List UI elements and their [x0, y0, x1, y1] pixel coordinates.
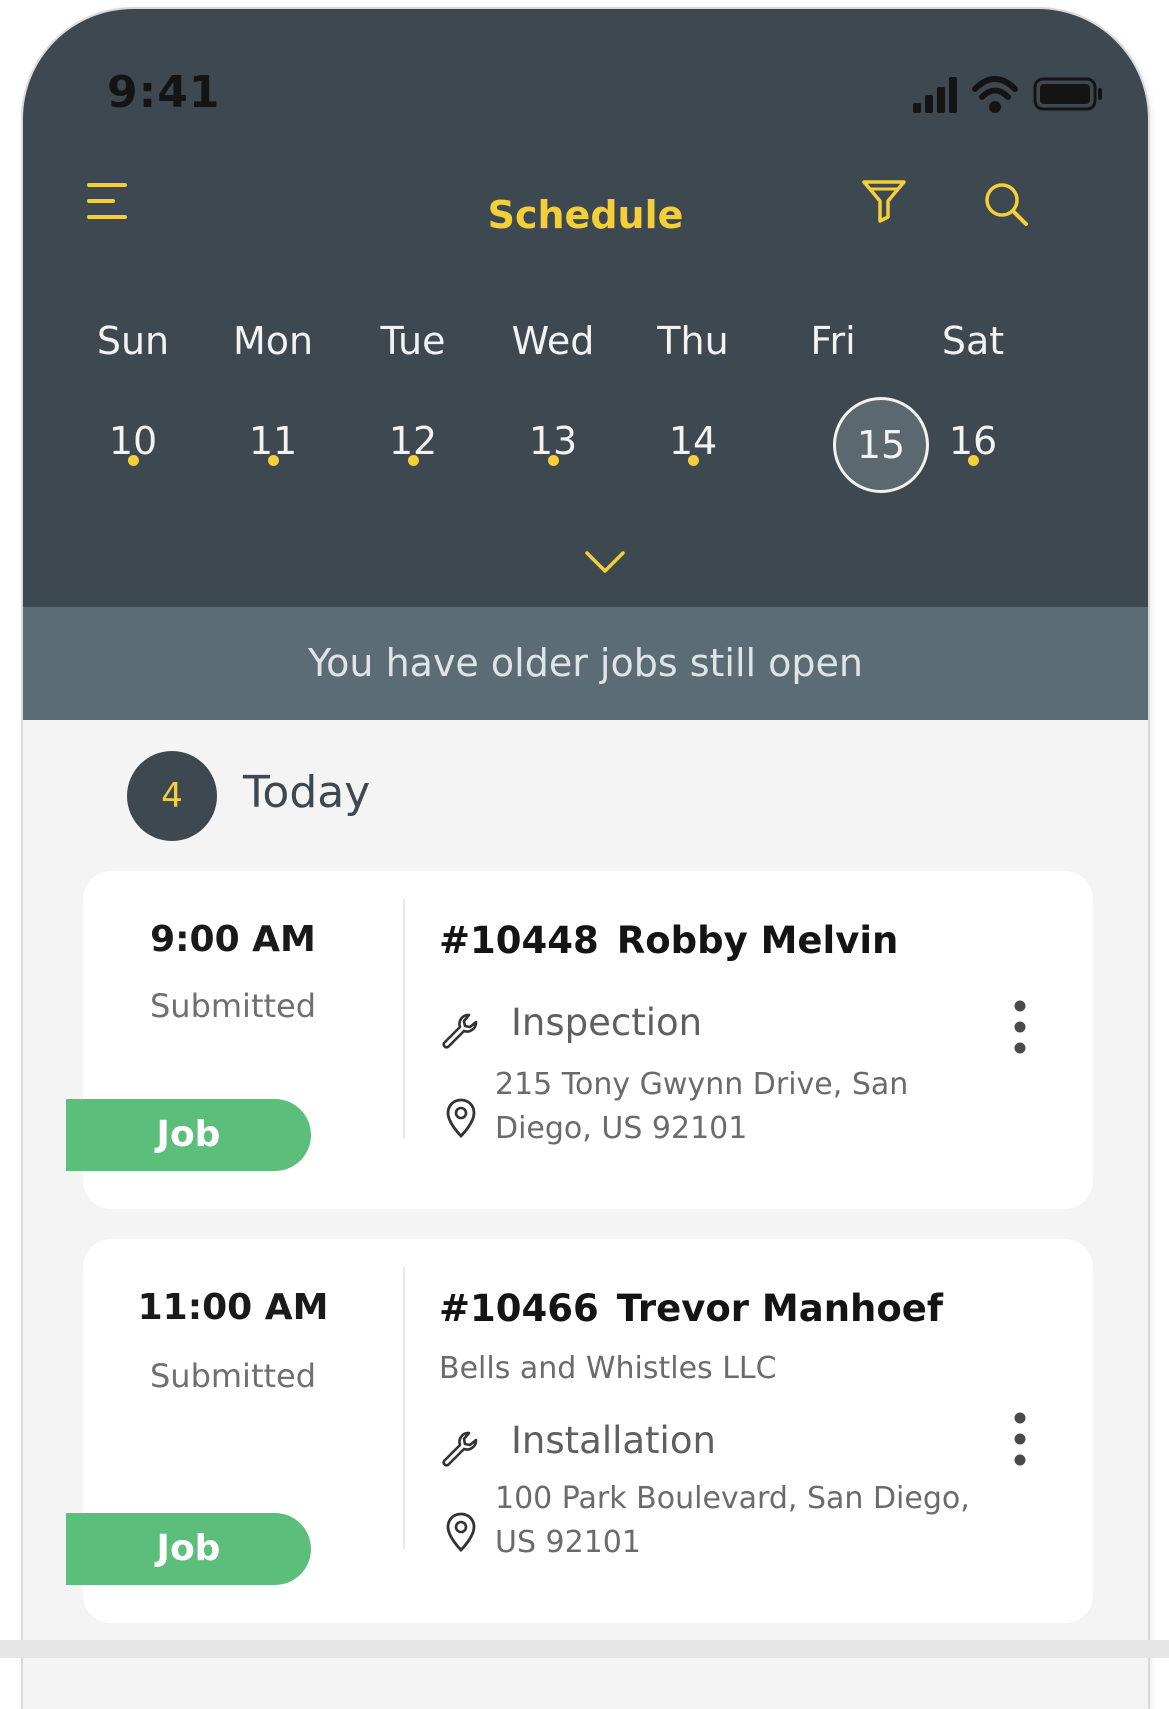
event-dot [408, 455, 419, 466]
section-title: Today [243, 767, 371, 818]
wifi-icon [972, 76, 1018, 113]
job-time: 11:00 AM [137, 1287, 329, 1328]
status-time: 9:41 [107, 67, 221, 118]
date-cell-selected[interactable]: 15 [833, 397, 929, 493]
chevron-down-icon[interactable] [583, 549, 627, 575]
address-line: Diego, US 92101 [495, 1111, 748, 1146]
job-card[interactable]: 11:00 AM Submitted Job #10466 Trevor Manh… [66, 1239, 1093, 1623]
event-dot [268, 455, 279, 466]
job-heading: #10448 Robby Melvin [439, 919, 898, 962]
header: 9:41 Schedule Sun Mon Tue Wed Thu Fri Sa… [23, 9, 1148, 607]
job-count-badge: 4 [127, 751, 217, 841]
weekday-label: Wed [511, 319, 595, 363]
service-type: Installation [511, 1419, 716, 1462]
event-dot [968, 455, 979, 466]
weekday-label: Fri [810, 319, 856, 363]
status-icons [913, 76, 1102, 113]
phone-frame: 9:41 Schedule Sun Mon Tue Wed Thu Fri Sa… [23, 9, 1148, 1709]
job-number: #10448 [439, 919, 599, 962]
job-type-badge: Job [66, 1513, 311, 1585]
older-jobs-banner[interactable]: You have older jobs still open [23, 607, 1148, 720]
weekday-label: Thu [657, 319, 729, 363]
bottom-edge [0, 1640, 1169, 1658]
job-heading: #10466 Trevor Manhoef [439, 1287, 943, 1330]
more-vertical-icon[interactable] [1013, 999, 1027, 1055]
battery-icon [1033, 77, 1102, 111]
page-title: Schedule [487, 193, 684, 237]
job-number: #10466 [439, 1287, 599, 1330]
company-name: Bells and Whistles LLC [439, 1351, 777, 1386]
service-type: Inspection [511, 1001, 703, 1044]
filter-icon[interactable] [860, 177, 908, 225]
map-pin-icon [446, 1098, 476, 1138]
weekday-label: Mon [232, 319, 314, 363]
job-address: 215 Tony Gwynn Drive, San Diego, US 9210… [495, 1063, 995, 1151]
address-line: 215 Tony Gwynn Drive, San [495, 1067, 909, 1102]
customer-name: Trevor Manhoef [616, 1287, 943, 1330]
job-status: Submitted [149, 987, 317, 1025]
search-icon[interactable] [983, 181, 1029, 227]
job-address: 100 Park Boulevard, San Diego, US 92101 [495, 1477, 995, 1565]
address-line: US 92101 [495, 1525, 641, 1560]
address-line: 100 Park Boulevard, San Diego, [495, 1481, 970, 1516]
weekday-label: Tue [380, 319, 446, 363]
wrench-icon [442, 1431, 478, 1467]
event-dot [688, 455, 699, 466]
event-dot [548, 455, 559, 466]
more-vertical-icon[interactable] [1013, 1411, 1027, 1467]
weekday-label: Sat [941, 319, 1005, 363]
wrench-icon [442, 1013, 478, 1049]
weekday-row: Sun Mon Tue Wed Thu Fri Sat [23, 319, 1148, 369]
event-dot [128, 455, 139, 466]
job-status: Submitted [149, 1357, 317, 1395]
map-pin-icon [446, 1512, 476, 1552]
date-row: 10 11 12 13 14 16 [23, 419, 1148, 519]
weekday-label: Sun [96, 319, 170, 363]
card-divider [403, 1267, 405, 1549]
customer-name: Robby Melvin [616, 919, 899, 962]
job-card[interactable]: 9:00 AM Submitted Job #10448 Robby Melvin… [66, 871, 1093, 1209]
signal-icon [913, 77, 957, 113]
job-type-badge: Job [66, 1099, 311, 1171]
card-divider [403, 899, 405, 1139]
job-time: 9:00 AM [150, 919, 316, 960]
